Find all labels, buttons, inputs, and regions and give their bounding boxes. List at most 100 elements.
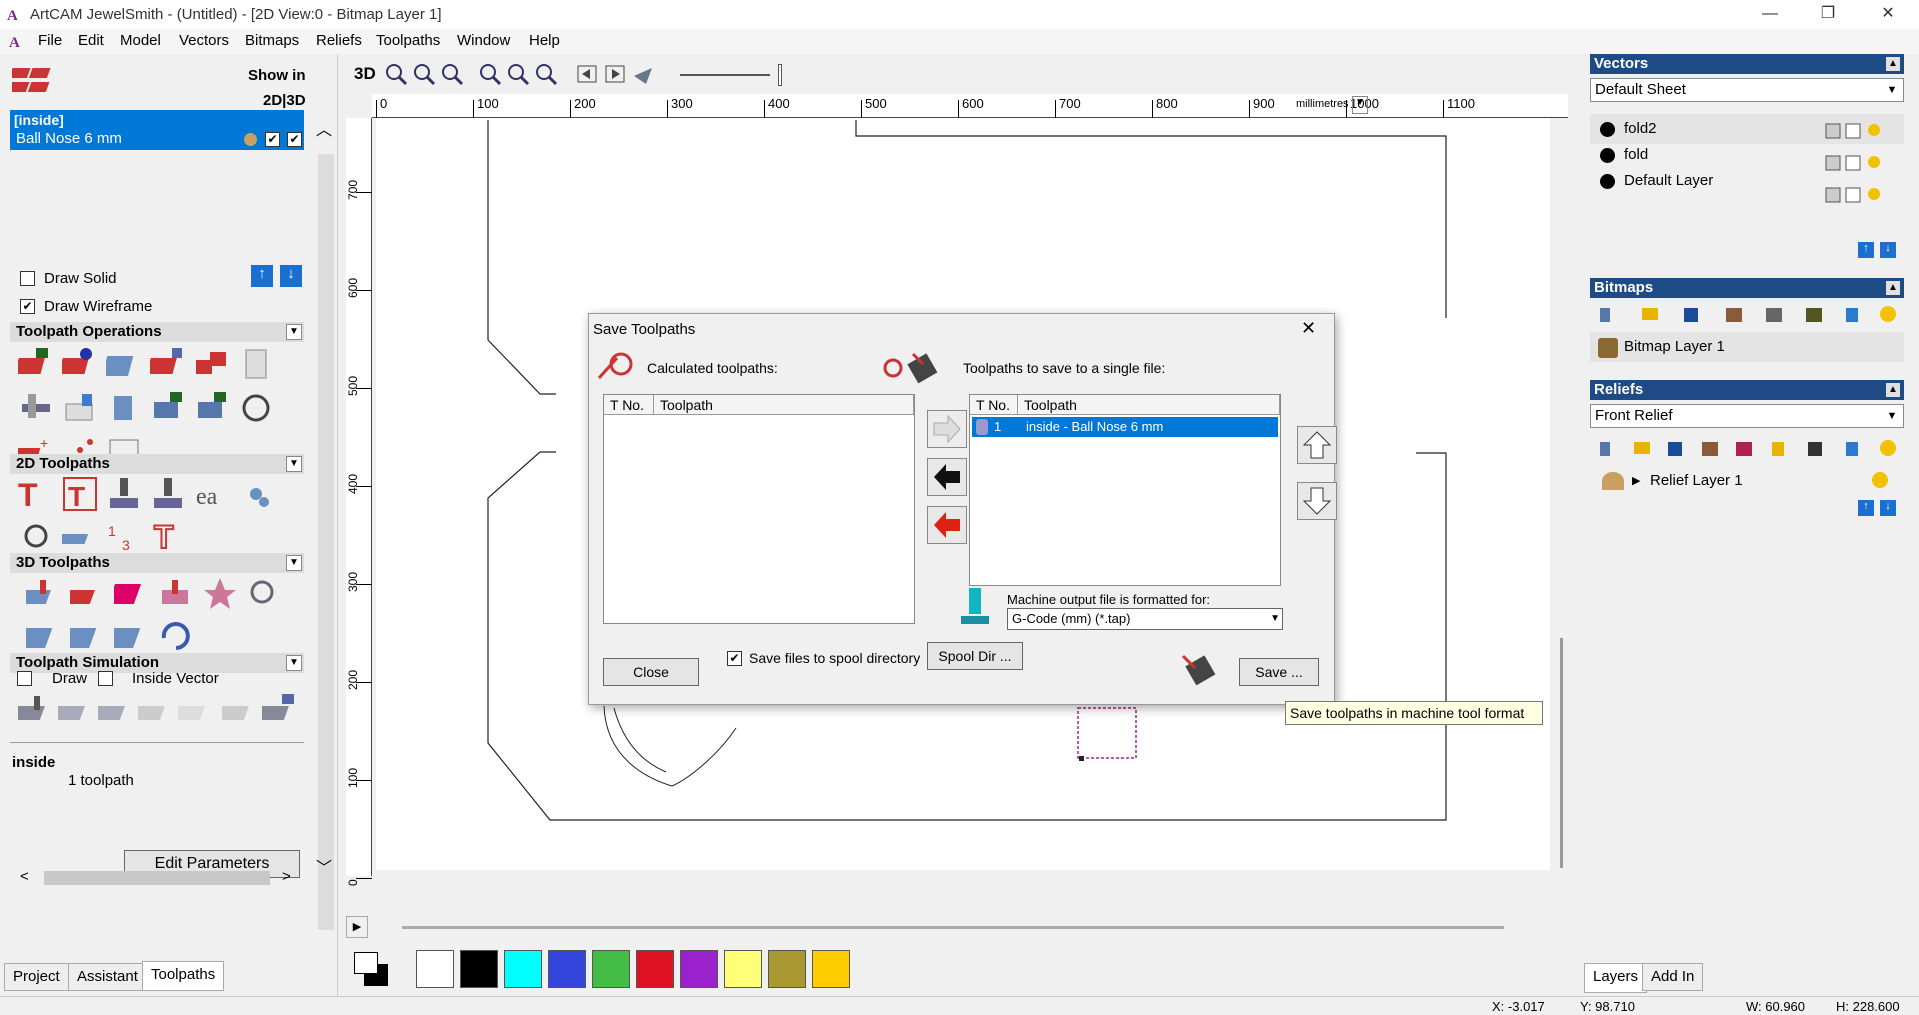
color-swatch[interactable] — [460, 950, 498, 988]
move-up-button[interactable] — [1297, 426, 1337, 464]
restore-button[interactable]: ❐ — [1808, 2, 1848, 26]
close-window-button[interactable]: ✕ — [1868, 2, 1908, 26]
remove-all-arrow-button[interactable] — [927, 506, 967, 544]
col-tno-header[interactable]: T No. — [970, 395, 1018, 415]
machine-format-select[interactable]: G-Code (mm) (*.tap) ▼ — [1007, 608, 1283, 630]
relief-select[interactable]: Front Relief ▼ — [1590, 404, 1904, 428]
zoom-box-icon[interactable] — [478, 62, 502, 86]
3d-engrave-icon[interactable] — [114, 618, 150, 654]
color-swatch[interactable] — [812, 950, 850, 988]
sim-inside-vector-checkbox[interactable] — [98, 671, 113, 686]
menu-model[interactable]: Model — [120, 32, 161, 49]
expand-arrow-icon[interactable]: ▶ — [1632, 466, 1640, 496]
move-down-button[interactable] — [1297, 482, 1337, 520]
bitmaps-header[interactable]: Bitmaps ▲ — [1590, 278, 1904, 298]
v-bit-carving-icon[interactable] — [150, 476, 186, 512]
reliefs-header[interactable]: Reliefs ▲ — [1590, 380, 1904, 400]
view-slider-track[interactable] — [680, 74, 770, 76]
col-tno-header[interactable]: T No. — [604, 395, 654, 415]
move-down-icon[interactable]: ↓ — [280, 265, 302, 287]
smart-engrave-icon[interactable]: T — [150, 518, 186, 554]
drilling-icon[interactable] — [106, 476, 142, 512]
toolpath-tree-selected[interactable]: [inside] Ball Nose 6 mm ✔ ✔ — [10, 110, 304, 150]
simulate-toolpath-icon[interactable] — [18, 692, 54, 728]
scroll-left-icon[interactable]: < — [20, 868, 29, 885]
view-render-icon[interactable] — [632, 62, 656, 86]
show-2d-checkbox[interactable]: ✔ — [265, 132, 280, 147]
3d-wrap-icon[interactable] — [158, 618, 194, 654]
color-swatch[interactable] — [416, 950, 454, 988]
relief-visibility-icon[interactable] — [1872, 472, 1888, 488]
toolpath-template-icon[interactable] — [18, 390, 54, 426]
transform-toolpath-icon[interactable] — [238, 390, 274, 426]
toolpath-info-icon[interactable] — [62, 346, 98, 382]
scroll-up-icon[interactable]: ︿ — [316, 116, 336, 139]
3d-inspect-icon[interactable] — [246, 576, 282, 612]
collapse-icon[interactable]: ▲ — [1886, 281, 1900, 295]
ruler-units-dropdown-icon[interactable]: ▼ — [1352, 96, 1368, 114]
batch-calculate-icon[interactable] — [150, 346, 186, 382]
toolpath-material-icon[interactable] — [106, 346, 142, 382]
2d-toolpaths-header[interactable]: 2D Toolpaths ▼ — [10, 454, 304, 474]
calculate-toolpath-icon[interactable] — [18, 346, 54, 382]
toolpaths-to-save-list[interactable]: T No. Toolpath 1 inside - Ball Nose 6 mm — [969, 394, 1281, 586]
layer-state-icons[interactable] — [1822, 120, 1902, 206]
vector-sheet-select[interactable]: Default Sheet ▼ — [1590, 78, 1904, 102]
material-setup-icon[interactable] — [62, 390, 98, 426]
color-swatch[interactable] — [504, 950, 542, 988]
machine-relief-icon[interactable] — [26, 576, 62, 612]
simulate-all-icon[interactable] — [58, 692, 94, 728]
zoom-in-icon[interactable] — [384, 62, 408, 86]
collapse-icon[interactable]: ▼ — [286, 456, 302, 472]
menu-vectors[interactable]: Vectors — [179, 32, 229, 49]
zoom-previous-icon[interactable] — [440, 62, 464, 86]
chevron-down-icon[interactable]: ▼ — [1882, 406, 1902, 426]
draw-wireframe-checkbox[interactable]: ✔ — [20, 299, 35, 314]
canvas-expand-icon[interactable]: ▶ — [346, 916, 368, 938]
menu-edit[interactable]: Edit — [78, 32, 104, 49]
chevron-down-icon[interactable]: ▼ — [1270, 609, 1280, 629]
tool-database-icon[interactable] — [106, 390, 142, 426]
show-3d-checkbox[interactable]: ✔ — [287, 132, 302, 147]
tab-add-in[interactable]: Add In — [1642, 963, 1704, 991]
color-swatch[interactable] — [724, 950, 762, 988]
sim-draw-checkbox[interactable] — [17, 671, 32, 686]
profile-machining-icon[interactable]: T — [14, 476, 50, 512]
simulation-export-icon[interactable] — [222, 692, 258, 728]
scroll-thumb[interactable] — [44, 871, 270, 885]
collapse-icon[interactable]: ▲ — [1886, 57, 1900, 71]
canvas-vertical-scrollbar[interactable] — [1560, 638, 1563, 868]
zoom-selection-icon[interactable] — [534, 62, 558, 86]
3d-profile-icon[interactable] — [26, 618, 62, 654]
add-arrow-button[interactable] — [927, 410, 967, 448]
rest-machining-icon[interactable] — [114, 576, 150, 612]
spool-directory-checkbox[interactable]: ✔ — [727, 651, 742, 666]
view-slider-thumb[interactable] — [778, 64, 782, 86]
tab-toolpaths[interactable]: Toolpaths — [142, 961, 225, 991]
menu-help[interactable]: Help — [529, 32, 560, 49]
save-toolpaths-toolbar-icon[interactable] — [150, 390, 186, 426]
engraving-icon[interactable]: ea — [194, 476, 230, 512]
tab-project[interactable]: Project — [4, 963, 69, 991]
collapse-icon[interactable]: ▼ — [286, 655, 302, 671]
3d-feature-icon[interactable] — [158, 576, 194, 612]
collapse-icon[interactable]: ▼ — [286, 555, 302, 571]
view-toggle-icon[interactable] — [576, 62, 600, 86]
scroll-right-icon[interactable]: > — [282, 868, 291, 885]
vectors-header[interactable]: Vectors ▲ — [1590, 54, 1904, 74]
simulation-block-icon[interactable] — [138, 692, 174, 728]
layer-down-icon[interactable]: ↓ — [1880, 242, 1896, 258]
color-swatch[interactable] — [592, 950, 630, 988]
color-swatch[interactable] — [636, 950, 674, 988]
zoom-extents-icon[interactable] — [506, 62, 530, 86]
left-panel-scrollbar[interactable] — [318, 154, 334, 930]
menu-reliefs[interactable]: Reliefs — [316, 32, 362, 49]
canvas-horizontal-scrollbar[interactable] — [402, 926, 1504, 929]
menu-file[interactable]: File — [38, 32, 62, 49]
toolpath-operations-header[interactable]: Toolpath Operations ▼ — [10, 322, 304, 342]
menu-toolpaths[interactable]: Toolpaths — [376, 32, 440, 49]
color-swatch[interactable] — [680, 950, 718, 988]
3d-pocket-icon[interactable] — [70, 618, 106, 654]
color-swatch[interactable] — [548, 950, 586, 988]
area-clearance-icon[interactable]: T — [62, 476, 98, 512]
